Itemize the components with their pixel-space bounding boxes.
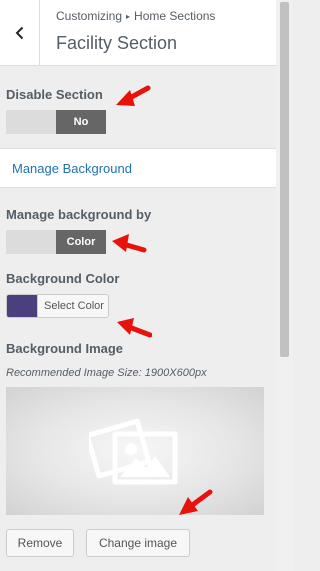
image-placeholder-icon (89, 418, 178, 485)
remove-image-button[interactable]: Remove (6, 529, 74, 557)
breadcrumb-current: Home Sections (134, 9, 216, 23)
section-title: Facility Section (56, 33, 178, 53)
chevron-left-icon (15, 26, 23, 40)
color-swatch (7, 295, 38, 317)
annotation-arrow (179, 489, 213, 515)
breadcrumb-parent: Customizing (56, 9, 123, 23)
background-color-label: Background Color (6, 271, 120, 286)
disable-section-toggle-value: No (56, 110, 106, 134)
disable-section-label: Disable Section (6, 87, 103, 102)
manage-background-link[interactable]: Manage Background (12, 161, 132, 176)
disable-section-toggle[interactable]: No (6, 110, 106, 134)
scrollbar[interactable] (276, 0, 293, 571)
back-button[interactable] (0, 0, 40, 66)
manage-background-panel[interactable]: Manage Background (0, 148, 276, 188)
manage-background-by-toggle[interactable]: Color (6, 230, 106, 254)
annotation-arrow (117, 318, 152, 338)
annotation-arrow (116, 85, 151, 106)
background-image-label: Background Image (6, 341, 124, 356)
annotation-arrow (112, 234, 147, 253)
select-color-label: Select Color (44, 300, 104, 312)
breadcrumb-separator: ▸ (126, 12, 131, 21)
image-size-hint: Recommended Image Size: 1900X600px (6, 367, 207, 379)
manage-background-by-label: Manage background by (6, 207, 152, 222)
select-color-button[interactable]: Select Color (6, 294, 109, 318)
background-image-preview[interactable] (6, 387, 264, 515)
change-image-button[interactable]: Change image (86, 529, 190, 557)
scrollbar-thumb[interactable] (280, 2, 289, 357)
breadcrumb: Customizing ▸ Home Sections (56, 9, 215, 23)
manage-background-by-toggle-value: Color (56, 230, 106, 254)
customizer-header: Customizing ▸ Home Sections Facility Secti… (0, 0, 276, 66)
